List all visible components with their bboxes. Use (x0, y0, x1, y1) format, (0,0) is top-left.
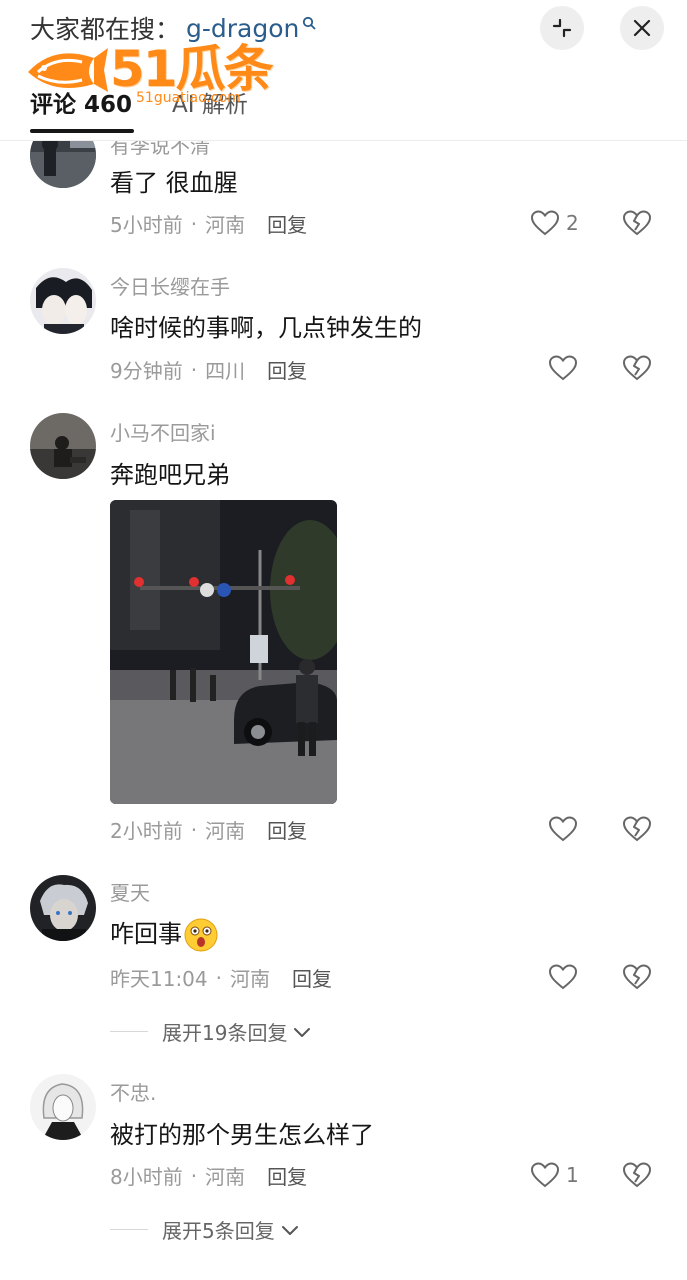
dislike-button[interactable] (622, 209, 652, 237)
meta-separator: · (190, 357, 198, 382)
comment-meta: 9分钟前 · 四川 回复 (110, 355, 307, 384)
meta-separator: · (190, 1163, 198, 1188)
tab-comments-label: 评论 460 (30, 92, 133, 118)
reply-button[interactable]: 回复 (267, 1161, 307, 1190)
surprised-emoji-icon (184, 918, 218, 952)
comment-text: 奔跑吧兄弟 (110, 461, 230, 489)
search-prefix: 大家都在搜： (30, 15, 181, 44)
like-button[interactable] (548, 963, 578, 991)
comment-meta: 2小时前 · 河南 回复 (110, 815, 307, 844)
like-count: 1 (566, 1163, 579, 1187)
comment-location: 河南 (230, 967, 270, 991)
broken-heart-icon (622, 355, 652, 381)
broken-heart-icon (622, 1162, 652, 1188)
comment-time: 5小时前 (110, 213, 183, 237)
like-button[interactable]: 1 (530, 1161, 579, 1189)
heart-icon (548, 964, 578, 990)
comment-meta: 8小时前 · 河南 回复 (110, 1161, 307, 1190)
reply-button[interactable]: 回复 (267, 355, 307, 384)
tab-comments[interactable]: 评论 460 (30, 85, 134, 133)
like-button[interactable]: 2 (530, 209, 579, 237)
comment-location: 四川 (205, 359, 246, 383)
avatar[interactable] (30, 1270, 96, 1280)
expand-divider (110, 1229, 148, 1230)
comment-time: 8小时前 (110, 1165, 183, 1189)
collapse-icon (552, 18, 572, 38)
avatar[interactable] (30, 1074, 96, 1140)
search-icon (303, 16, 316, 30)
expand-replies-button[interactable]: 展开19条回复 (110, 1017, 311, 1046)
comment-username[interactable]: 不忠. (110, 1077, 156, 1106)
comment-meta: 5小时前 · 河南 回复 (110, 209, 307, 238)
search-term-link[interactable]: g-dragon (186, 14, 299, 43)
comment-username[interactable]: 小马不回家i (110, 417, 216, 446)
tab-ai-label: AI 解析 (172, 92, 248, 118)
dislike-button[interactable] (622, 815, 652, 843)
collapse-button[interactable] (540, 6, 584, 50)
dislike-button[interactable] (622, 354, 652, 382)
broken-heart-icon (622, 816, 652, 842)
reply-button[interactable]: 回复 (267, 209, 307, 238)
search-suggestion[interactable]: 大家都在搜： g-dragon (30, 10, 316, 46)
reply-button[interactable]: 回复 (292, 963, 332, 992)
comment-video-thumbnail[interactable] (110, 500, 337, 804)
comment-text: 被打的那个男生怎么样了 (110, 1121, 374, 1149)
meta-separator: · (190, 817, 198, 842)
comment-time: 2小时前 (110, 819, 183, 843)
broken-heart-icon (622, 964, 652, 990)
avatar[interactable] (30, 875, 96, 941)
comment-location: 河南 (205, 1165, 246, 1189)
tab-active-indicator (30, 129, 134, 133)
heart-icon (548, 816, 578, 842)
heart-icon (548, 355, 578, 381)
comment-text-content: 咋回事 (110, 920, 182, 948)
comment-username[interactable]: 今日长缨在手 (110, 271, 230, 300)
meta-separator: · (215, 965, 222, 990)
dislike-button[interactable] (622, 1161, 652, 1189)
heart-icon (530, 210, 560, 236)
chevron-down-icon (281, 1225, 298, 1235)
comment-text: 咋回事 (110, 914, 218, 952)
like-count: 2 (566, 211, 579, 235)
comment-location: 河南 (205, 213, 246, 237)
comment-username[interactable]: 夏天 (110, 877, 150, 906)
close-button[interactable] (620, 6, 664, 50)
close-icon (633, 19, 651, 37)
comment-text: 啥时候的事啊，几点钟发生的 (110, 314, 422, 342)
like-button[interactable] (548, 354, 578, 382)
like-button[interactable] (548, 815, 578, 843)
avatar[interactable] (30, 268, 96, 334)
comment-meta: 昨天11:04 · 河南 回复 (110, 963, 332, 992)
comment-location: 河南 (205, 819, 246, 843)
comment-text: 看了 很血腥 (110, 169, 238, 197)
comment-time: 昨天11:04 (110, 967, 208, 991)
expand-divider (110, 1031, 148, 1032)
expand-replies-button[interactable]: 展开5条回复 (110, 1215, 299, 1244)
heart-icon (530, 1162, 560, 1188)
dislike-button[interactable] (622, 963, 652, 991)
tab-ai-analysis[interactable]: AI 解析 (172, 85, 248, 133)
broken-heart-icon (622, 210, 652, 236)
avatar[interactable] (30, 413, 96, 479)
reply-button[interactable]: 回复 (267, 815, 307, 844)
header: 大家都在搜： g-dragon 评论 460 AI 解析 (0, 0, 687, 141)
chevron-down-icon (294, 1027, 311, 1037)
comment-time: 9分钟前 (110, 359, 183, 383)
meta-separator: · (190, 211, 198, 236)
expand-label: 展开19条回复 (162, 1021, 288, 1045)
tab-bar: 评论 460 AI 解析 (30, 85, 288, 133)
expand-label: 展开5条回复 (162, 1219, 275, 1243)
